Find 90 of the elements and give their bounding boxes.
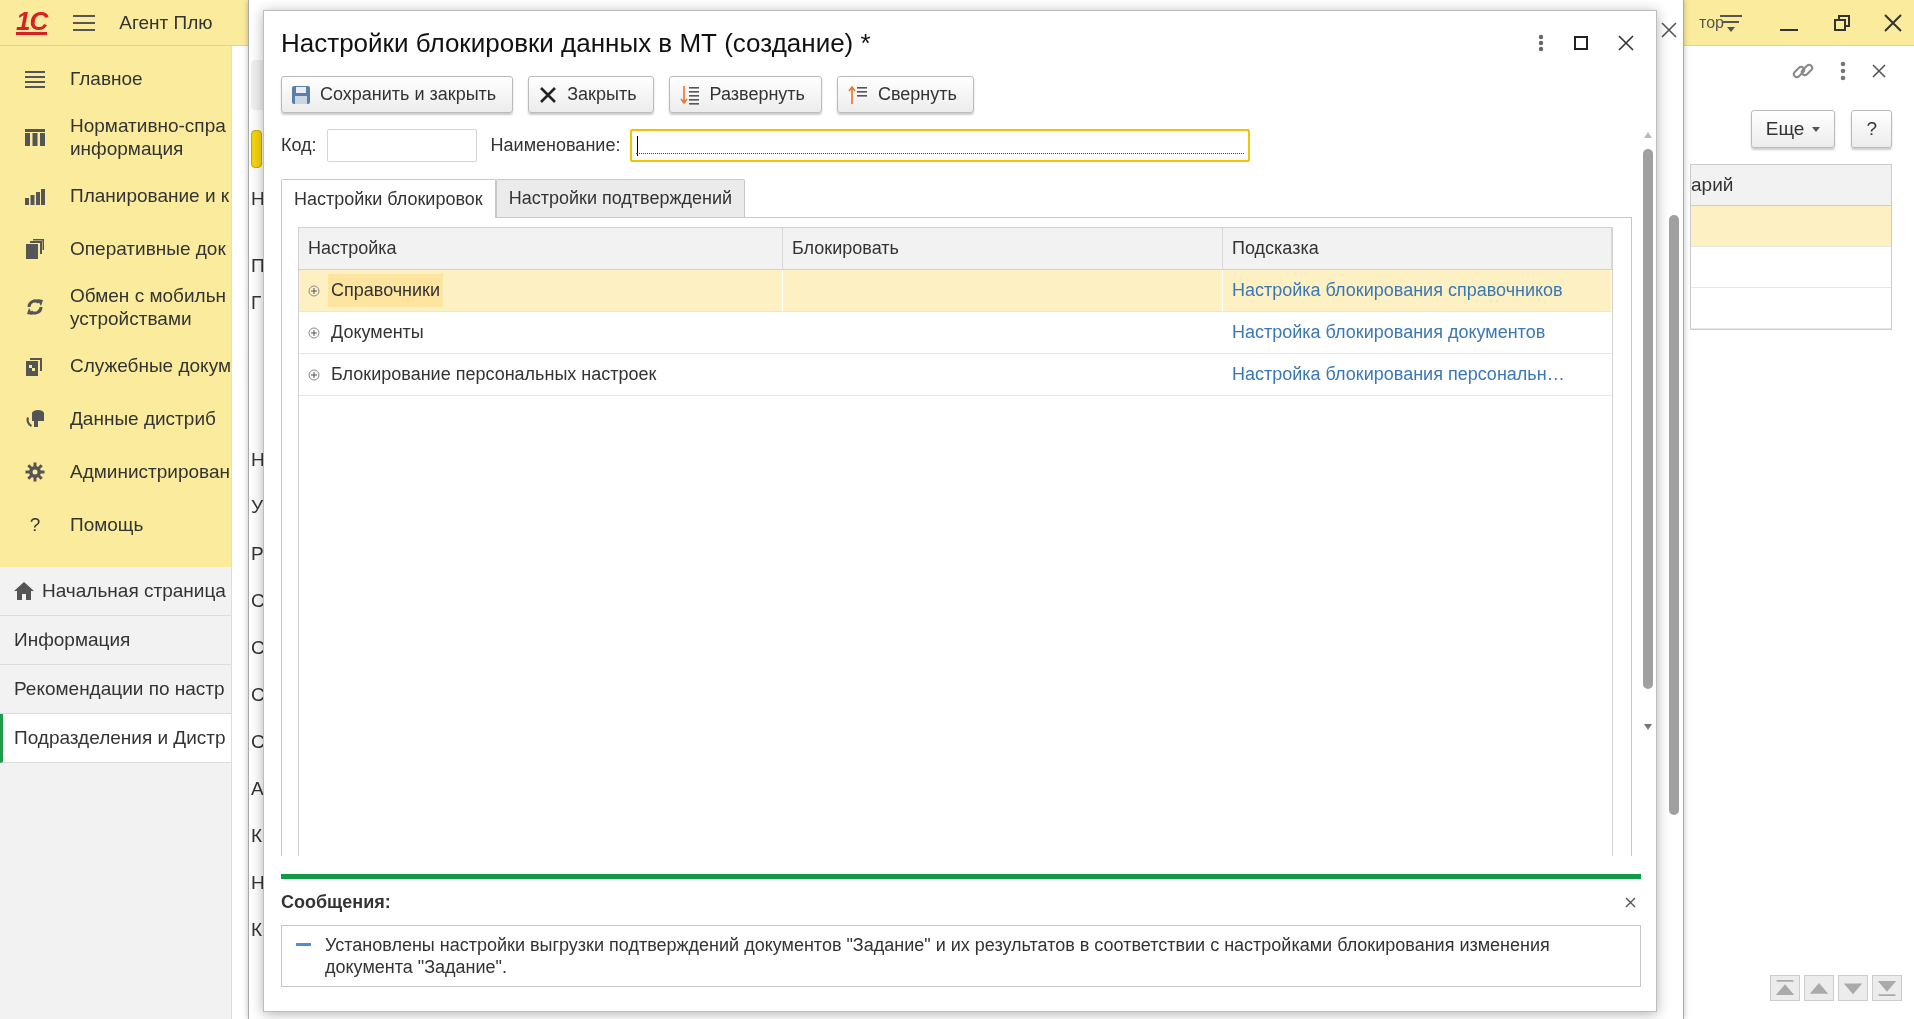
tree-item[interactable]: Блокирование персональных настроек <box>328 358 660 391</box>
form-label: А <box>251 776 264 801</box>
scroll-up-icon[interactable] <box>1804 975 1834 1001</box>
menu-icon[interactable] <box>73 13 96 32</box>
close-icon[interactable] <box>1618 35 1634 51</box>
name-field[interactable] <box>630 129 1251 162</box>
home-icon <box>14 582 34 600</box>
column-header[interactable]: Блокировать <box>783 228 1223 270</box>
scrollbar-thumb[interactable] <box>1669 215 1679 815</box>
close-icon[interactable] <box>1884 13 1902 32</box>
app-logo: 1С <box>16 10 48 35</box>
sidebar-item[interactable]: Нормативно-спра информация <box>70 114 226 160</box>
highlighted-button[interactable] <box>251 130 262 168</box>
sync-icon <box>25 297 45 317</box>
scroll-bottom-icon[interactable] <box>1872 975 1902 1001</box>
close-icon[interactable] <box>1872 64 1886 78</box>
settings-icon <box>25 461 45 482</box>
app-title: Агент Плю <box>119 11 213 34</box>
open-page-tab[interactable]: Начальная страница <box>0 567 231 616</box>
sort-down-icon <box>679 84 700 105</box>
column-header[interactable]: Подсказка <box>1223 228 1612 270</box>
documents-icon <box>26 238 44 259</box>
expand-icon[interactable] <box>308 368 320 381</box>
sidebar-item[interactable]: Оперативные док <box>70 237 226 260</box>
menu-list-icon <box>25 69 45 88</box>
form-label: Н <box>251 447 265 472</box>
field-label: Наименование: <box>490 135 621 156</box>
form-label: С <box>251 729 265 754</box>
form-label: П <box>251 253 265 278</box>
tree-item[interactable]: Справочники <box>328 274 444 307</box>
hint-link[interactable]: Настройка блокирования персональн… <box>1232 364 1565 385</box>
service-documents-icon <box>26 355 44 376</box>
help-icon: ? <box>29 513 41 536</box>
form-label: Н <box>251 870 265 895</box>
table-cell[interactable] <box>783 270 1223 312</box>
form-label: Н <box>251 186 265 211</box>
field-label: Код: <box>281 135 317 156</box>
scroll-down-icon[interactable] <box>1643 723 1653 731</box>
hint-link[interactable]: Настройка блокирования документов <box>1232 322 1546 343</box>
dialog-title: Настройки блокировки данных в МТ (создание) * <box>281 27 872 60</box>
expand-icon[interactable] <box>308 284 320 297</box>
expand-button[interactable]: Развернуть <box>668 76 822 113</box>
sidebar-item[interactable]: Данные дистриб <box>70 407 216 430</box>
close-icon[interactable] <box>1661 22 1677 38</box>
tree-item[interactable]: Документы <box>328 316 427 349</box>
messages-title: Сообщения: <box>281 891 391 913</box>
columns-icon <box>25 127 45 147</box>
form-label: С <box>251 588 265 613</box>
scroll-up-icon[interactable] <box>1643 131 1653 139</box>
sidebar-item[interactable]: Помощь <box>70 513 144 536</box>
close-button[interactable]: Закрыть <box>528 76 654 113</box>
sidebar-item[interactable]: Служебные докум <box>70 354 231 377</box>
sidebar-item[interactable]: Администрирован <box>70 460 230 483</box>
more-button[interactable]: Еще <box>1750 110 1836 148</box>
tab[interactable]: Настройки подтверждений <box>495 179 746 217</box>
restore-icon[interactable] <box>1834 14 1850 31</box>
collapse-button[interactable]: Свернуть <box>836 76 974 113</box>
form-label: Р <box>251 541 264 566</box>
help-button[interactable]: ? <box>1851 110 1892 148</box>
distribution-data-icon <box>25 408 45 429</box>
form-label: У <box>251 494 264 519</box>
close-icon[interactable] <box>1625 896 1636 908</box>
more-icon[interactable] <box>1840 61 1846 81</box>
expand-icon[interactable] <box>308 326 320 339</box>
scroll-down-icon[interactable] <box>1838 975 1868 1001</box>
bar-chart-icon <box>25 186 45 205</box>
maximize-icon[interactable] <box>1574 36 1588 50</box>
scroll-top-icon[interactable] <box>1770 975 1800 1001</box>
open-page-tab[interactable]: Информация <box>0 616 231 665</box>
scrollbar-thumb[interactable] <box>1643 149 1653 689</box>
form-label: Г <box>251 290 262 315</box>
more-icon[interactable] <box>1538 34 1544 52</box>
sort-up-icon <box>847 84 868 105</box>
form-label: К <box>251 917 263 942</box>
tab[interactable]: Настройки блокировок <box>281 179 496 218</box>
form-label: К <box>251 823 263 848</box>
column-header[interactable]: арий <box>1691 174 1734 196</box>
open-page-tab[interactable]: Подразделения и Дистр <box>0 714 231 763</box>
form-label: С <box>251 682 265 707</box>
caret-icon <box>1812 126 1821 132</box>
sidebar-item[interactable]: Обмен с мобильн устройствами <box>70 284 227 330</box>
sidebar-item[interactable]: Планирование и к <box>70 184 230 207</box>
sidebar-item[interactable]: Главное <box>70 67 143 90</box>
close-icon <box>539 85 558 104</box>
user-name[interactable]: тор <box>1699 13 1724 32</box>
message-text: Установлены настройки выгрузки подтверждений документов "Задание" и их результатов в соответствии с настройками блокирования изменения документа "Задание". <box>325 934 1551 978</box>
column-header[interactable]: Настройка <box>299 228 783 270</box>
save-and-close-button[interactable]: Сохранить и закрыть <box>281 76 514 113</box>
code-field[interactable] <box>326 129 477 162</box>
form-label: С <box>251 635 265 660</box>
